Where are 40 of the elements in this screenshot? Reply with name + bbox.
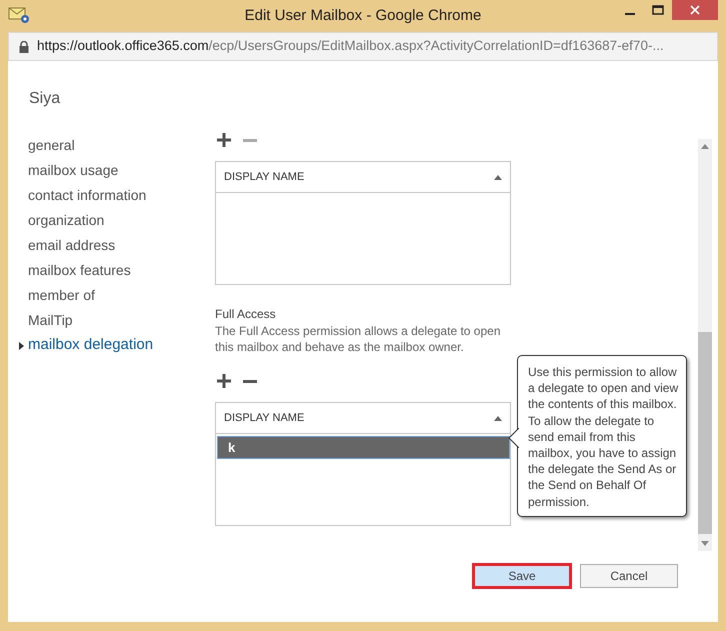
list-row[interactable]: k: [217, 436, 510, 459]
sort-icon: [494, 415, 502, 421]
scroll-up-icon[interactable]: [701, 143, 709, 149]
maximize-icon: [652, 5, 664, 15]
sidebar-item[interactable]: contact information: [18, 183, 146, 208]
add-button[interactable]: [215, 131, 233, 149]
window-title: Edit User Mailbox - Google Chrome: [244, 6, 482, 26]
lock-icon: [19, 40, 29, 52]
add-button[interactable]: [215, 372, 233, 390]
section-description: The Full Access permission allows a delegate to open this mailbox and behave as the mailbox owner.: [215, 323, 501, 355]
plus-icon: [215, 131, 233, 149]
tooltip: Use this permission to allow a delegate to open and view the contents of this mailbox. To allow the delegate to send email from this mailbox, you have to assign the delegate the Send As or the Send on Behalf Of permission.: [517, 355, 687, 517]
sidebar-item[interactable]: organization: [18, 208, 104, 233]
sidebar-item[interactable]: mailbox delegation: [18, 333, 154, 358]
minus-icon: [243, 380, 257, 382]
sidebar-item[interactable]: mailbox usage: [18, 158, 118, 183]
triangle-icon: [19, 342, 24, 350]
sidebar-item[interactable]: MailTip: [18, 308, 73, 333]
sidebar-item[interactable]: email address: [18, 233, 116, 258]
sidebar-item[interactable]: member of: [18, 283, 95, 308]
sort-icon: [494, 174, 502, 180]
plus-icon: [215, 372, 233, 390]
sidebar-item[interactable]: general: [18, 133, 75, 158]
mail-gear-icon: [8, 6, 30, 24]
scroll-down-icon[interactable]: [701, 541, 709, 547]
close-button[interactable]: [672, 0, 718, 20]
column-header[interactable]: DISPLAY NAME: [216, 403, 510, 434]
cancel-button[interactable]: Cancel: [580, 564, 678, 588]
save-button[interactable]: Save: [472, 563, 572, 589]
column-header[interactable]: DISPLAY NAME: [216, 162, 510, 193]
url-text: https://outlook.office365.com/ecp/UsersGroups/EditMailbox.aspx?ActivityCorrelationID=df163687-ef70-...: [37, 37, 664, 56]
close-icon: [690, 5, 700, 15]
scrollbar[interactable]: [698, 139, 712, 551]
page-title: Siya: [29, 89, 62, 109]
minus-icon: [243, 138, 257, 142]
sidebar-item[interactable]: mailbox features: [18, 258, 131, 283]
section-title: Full Access: [215, 306, 277, 323]
tooltip-pointer: [508, 428, 519, 448]
minimize-icon: [625, 13, 635, 15]
address-bar[interactable]: https://outlook.office365.com/ecp/UsersGroups/EditMailbox.aspx?ActivityCorrelationID=df163687-ef70-...: [8, 32, 718, 61]
